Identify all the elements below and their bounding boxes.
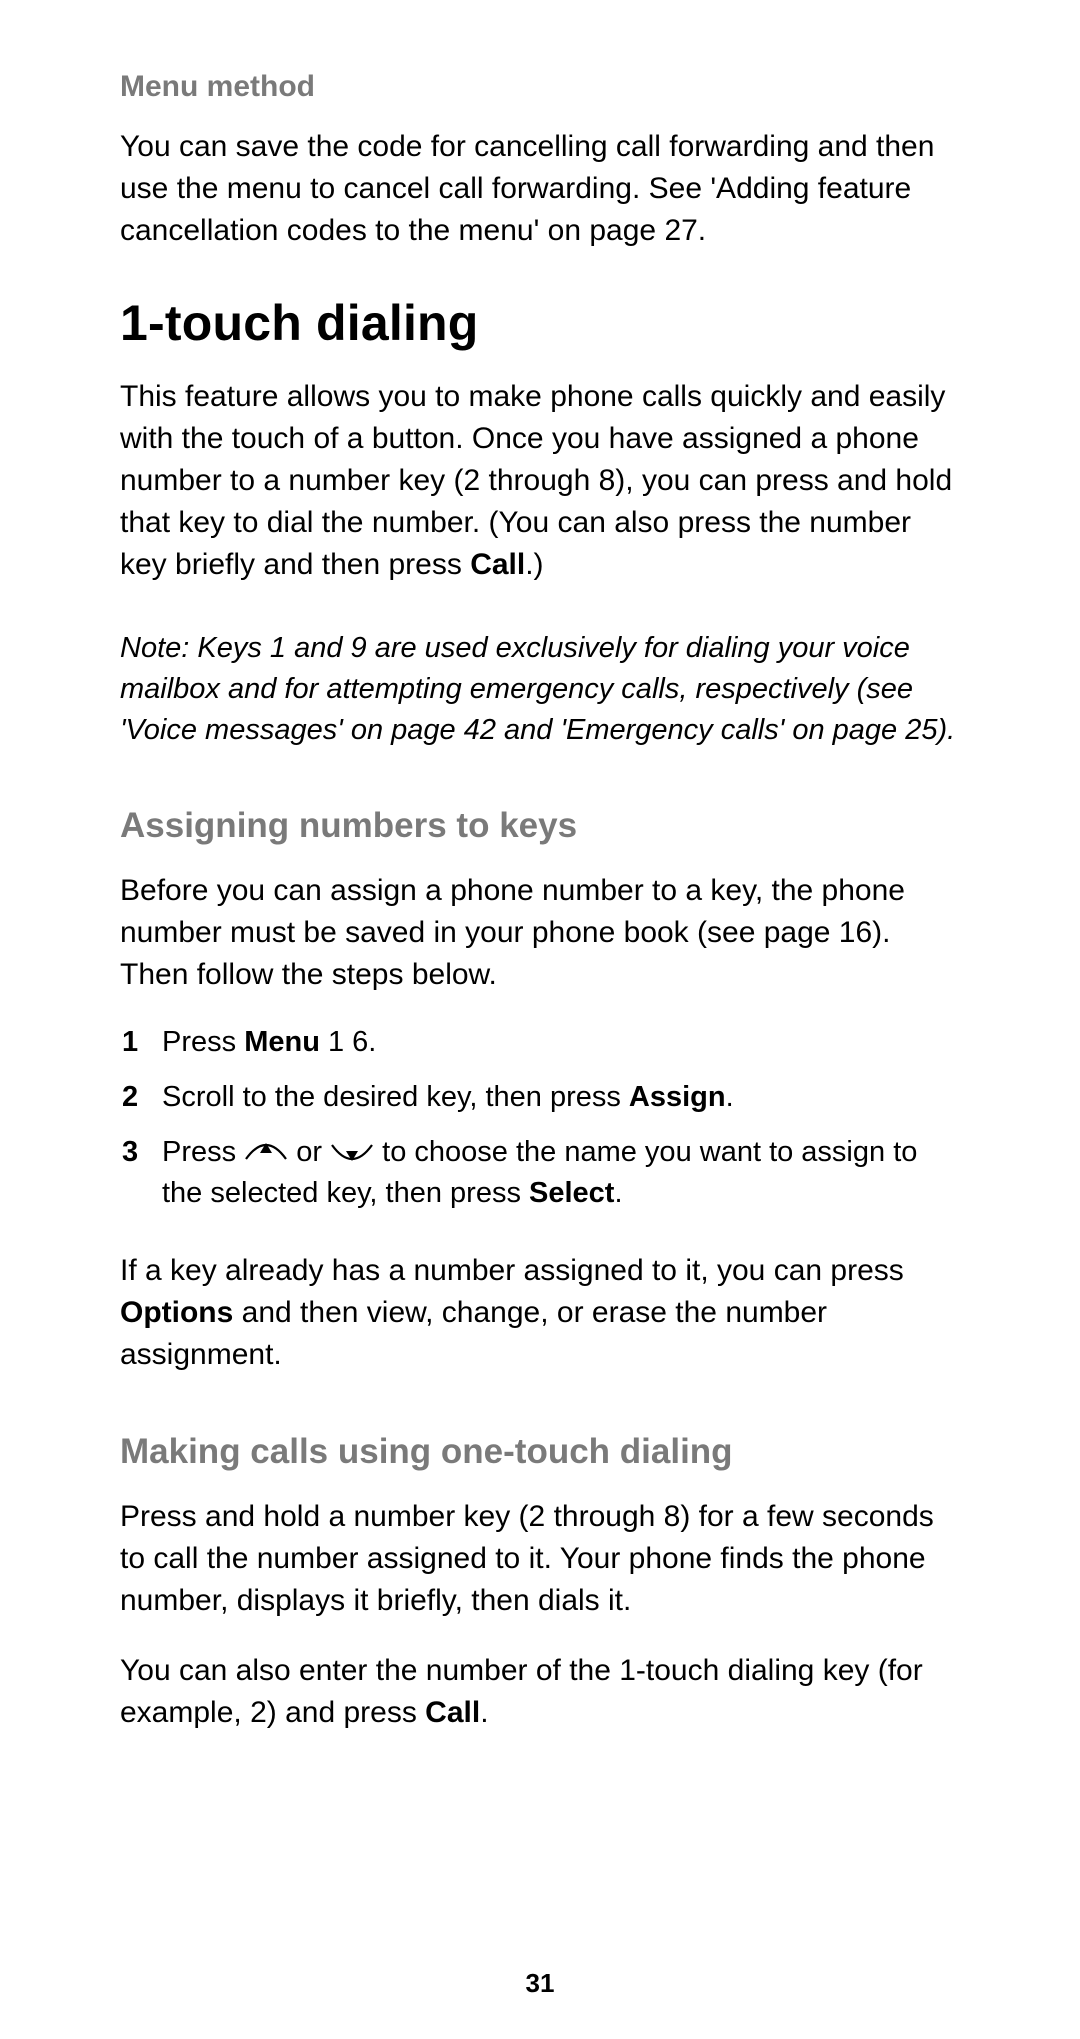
after-text-a: If a key already has a number assigned t… [120,1254,904,1287]
making-calls-p1: Press and hold a number key (2 through 8… [120,1496,960,1622]
step-number: 1 [120,1022,140,1063]
p2-text-a: You can also enter the number of the 1-t… [120,1654,923,1729]
step-text: Press Menu 1 6. [162,1022,960,1063]
intro-text-b: .) [525,548,543,581]
call-label: Call [470,548,525,581]
assigning-intro: Before you can assign a phone number to … [120,870,960,996]
assigning-after: If a key already has a number assigned t… [120,1250,960,1376]
step-text-part: Press [162,1136,244,1168]
step-number: 2 [120,1077,140,1118]
step-item: 3 Press or to choose the name you want t… [120,1132,960,1214]
step-text-part: Press [162,1026,244,1058]
step-text-part: 1 6. [320,1026,376,1058]
step-text-part: . [726,1081,734,1113]
note-paragraph: Note: Keys 1 and 9 are used exclusively … [120,628,960,752]
call-label: Call [425,1696,480,1729]
step-text-part: . [614,1177,622,1209]
document-page: Menu method You can save the code for ca… [0,0,1080,2039]
menu-label: Menu [244,1026,320,1058]
menu-method-body: You can save the code for cancelling cal… [120,126,960,252]
page-title: 1-touch dialing [120,294,960,352]
step-item: 1 Press Menu 1 6. [120,1022,960,1063]
step-text-part: or [288,1136,330,1168]
select-label: Select [529,1177,614,1209]
options-label: Options [120,1296,233,1329]
step-item: 2 Scroll to the desired key, then press … [120,1077,960,1118]
scroll-down-icon [330,1137,374,1167]
step-text: Press or to choose the name you want to … [162,1132,960,1214]
menu-method-heading: Menu method [120,70,960,104]
step-number: 3 [120,1132,140,1173]
making-calls-p2: You can also enter the number of the 1-t… [120,1650,960,1734]
p2-text-b: . [480,1696,488,1729]
scroll-up-icon [244,1137,288,1167]
intro-paragraph: This feature allows you to make phone ca… [120,376,960,586]
assign-label: Assign [629,1081,726,1113]
page-number: 31 [0,1968,1080,1999]
steps-list: 1 Press Menu 1 6. 2 Scroll to the desire… [120,1022,960,1215]
assigning-heading: Assigning numbers to keys [120,806,960,846]
making-calls-heading: Making calls using one-touch dialing [120,1432,960,1472]
step-text-part: Scroll to the desired key, then press [162,1081,629,1113]
step-text: Scroll to the desired key, then press As… [162,1077,960,1118]
